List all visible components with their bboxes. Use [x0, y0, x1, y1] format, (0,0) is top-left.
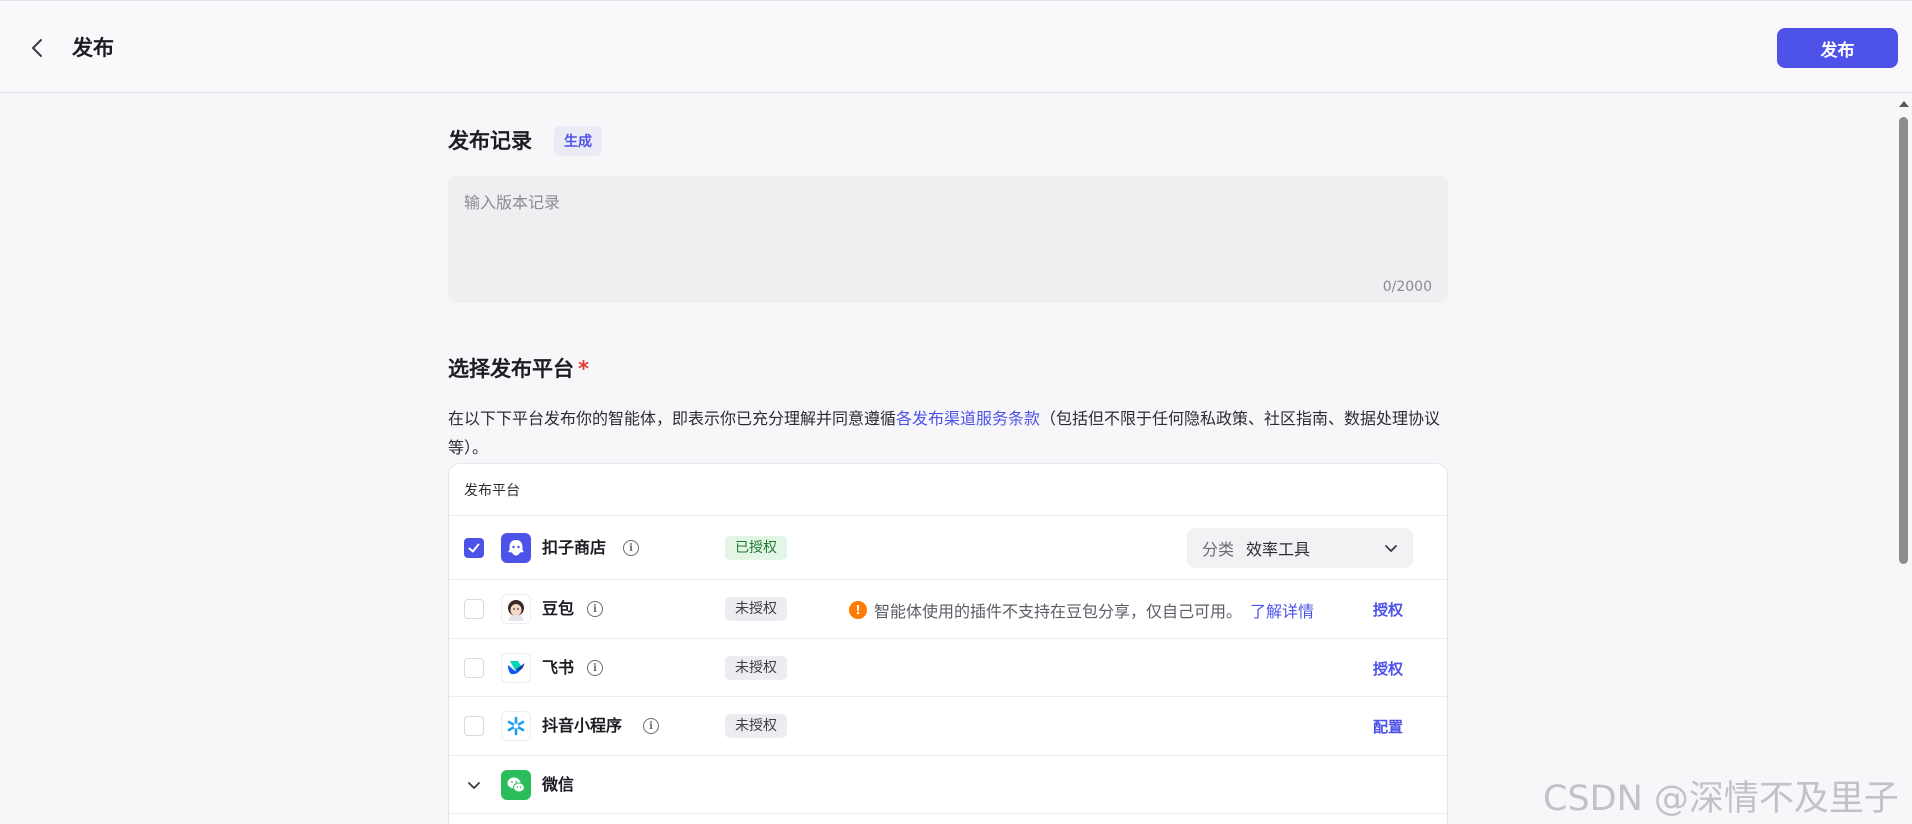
info-icon[interactable]: i — [623, 540, 639, 556]
terms-link[interactable]: 各发布渠道服务条款 — [896, 409, 1040, 428]
required-mark: * — [578, 357, 589, 381]
platform-checkbox[interactable] — [464, 716, 484, 736]
platform-row-coze-store: 扣子商店 i 已授权 分类 效率工具 — [449, 516, 1447, 580]
platform-title: 选择发布平台 — [448, 357, 574, 381]
category-label: 分类 — [1202, 540, 1235, 559]
status-badge: 未授权 — [725, 714, 787, 738]
desc-text-before: 在以下下平台发布你的智能体，即表示你已充分理解并同意遵循 — [448, 409, 897, 428]
status-badge: 已授权 — [725, 536, 787, 560]
platform-row-feishu: 飞书 i 未授权 授权 — [449, 639, 1447, 697]
learn-more-link[interactable]: 了解详情 — [1250, 598, 1314, 622]
info-icon[interactable]: i — [643, 718, 659, 734]
chevron-down-icon — [1385, 545, 1397, 552]
info-icon[interactable]: i — [587, 601, 603, 617]
platform-title-row: 选择发布平台 * — [448, 354, 589, 384]
platform-checkbox[interactable] — [464, 658, 484, 678]
record-title: 发布记录 — [448, 129, 532, 153]
char-counter: 0/2000 — [1382, 279, 1432, 295]
platform-description: 在以下下平台发布你的智能体，即表示你已充分理解并同意遵循各发布渠道服务条款（包括… — [448, 404, 1453, 462]
platform-checkbox[interactable] — [464, 538, 484, 558]
plugin-warning: ! 智能体使用的插件不支持在豆包分享，仅自己可用。 了解详情 — [849, 598, 1314, 622]
scrollbar[interactable] — [1895, 93, 1912, 824]
scroll-thumb[interactable] — [1899, 117, 1908, 564]
category-value: 效率工具 — [1246, 540, 1311, 559]
platform-table: 发布平台 扣子商店 i 已授权 分类 效率工具 豆包 i 未授权 ! 智能体使用… — [448, 463, 1448, 824]
platform-name: 微信 — [542, 775, 575, 794]
chevron-down-icon — [468, 782, 480, 789]
category-select[interactable]: 分类 效率工具 — [1187, 528, 1413, 568]
platform-row-doubao: 豆包 i 未授权 ! 智能体使用的插件不支持在豆包分享，仅自己可用。 了解详情 … — [449, 580, 1447, 639]
coze-store-logo-icon — [501, 533, 531, 563]
doubao-logo-icon — [501, 594, 531, 624]
scroll-up-arrow-icon[interactable] — [1899, 101, 1909, 107]
version-record-field[interactable]: 0/2000 — [448, 176, 1448, 303]
check-icon — [468, 543, 480, 553]
chevron-left-icon — [32, 39, 42, 57]
platform-row-douyin-mini: 抖音小程序 i 未授权 配置 — [449, 697, 1447, 756]
publish-button[interactable]: 发布 — [1777, 28, 1898, 68]
top-bar: 发布 发布 — [0, 0, 1912, 93]
status-badge: 未授权 — [725, 656, 787, 680]
warning-text: 智能体使用的插件不支持在豆包分享，仅自己可用。 — [874, 602, 1243, 621]
feishu-logo-icon — [501, 653, 531, 683]
platform-checkbox[interactable] — [464, 599, 484, 619]
wechat-logo-icon — [501, 770, 531, 800]
configure-button[interactable]: 配置 — [1373, 716, 1403, 737]
generate-button[interactable]: 生成 — [554, 126, 602, 156]
platform-name: 扣子商店 — [542, 538, 607, 557]
warning-icon: ! — [849, 601, 867, 619]
record-title-row: 发布记录 生成 — [448, 126, 602, 156]
expand-button[interactable] — [464, 775, 484, 795]
status-badge: 未授权 — [725, 597, 787, 621]
authorize-button[interactable]: 授权 — [1373, 599, 1403, 620]
platform-name: 抖音小程序 — [542, 716, 623, 735]
douyin-mini-logo-icon — [501, 711, 531, 741]
version-record-input[interactable] — [448, 176, 1448, 303]
page-title: 发布 — [72, 36, 114, 60]
platform-row-wechat: 微信 — [449, 756, 1447, 814]
table-header: 发布平台 — [449, 464, 1447, 516]
back-button[interactable] — [24, 31, 50, 65]
info-icon[interactable]: i — [587, 660, 603, 676]
authorize-button[interactable]: 授权 — [1373, 658, 1403, 679]
platform-name: 飞书 — [542, 658, 575, 677]
platform-name: 豆包 — [542, 599, 575, 618]
watermark: CSDN @深情不及里子 — [1543, 779, 1899, 819]
